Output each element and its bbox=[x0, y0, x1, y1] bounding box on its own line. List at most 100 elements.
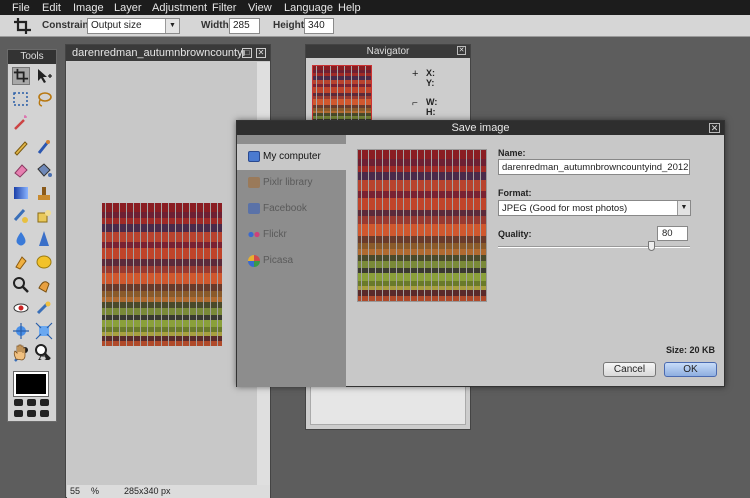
facebook-icon bbox=[248, 203, 260, 214]
name-label: Name: bbox=[498, 148, 526, 158]
image-band bbox=[358, 235, 486, 243]
maximize-icon[interactable]: □ bbox=[242, 48, 252, 58]
tools-title: Tools bbox=[8, 50, 56, 64]
format-value: JPEG (Good for most photos) bbox=[502, 203, 628, 214]
image-band bbox=[358, 191, 486, 198]
quality-input[interactable]: 80 bbox=[657, 226, 688, 241]
menu-filter[interactable]: Filter bbox=[212, 2, 236, 14]
hand-icon[interactable] bbox=[11, 343, 29, 361]
menu-language[interactable]: Language bbox=[284, 2, 333, 14]
width-label: Width: bbox=[201, 20, 233, 31]
save-preview-image bbox=[357, 149, 487, 302]
menu-image[interactable]: Image bbox=[73, 2, 104, 14]
h-label: H: bbox=[426, 107, 436, 117]
destination-label: Picasa bbox=[263, 255, 294, 266]
burn-icon[interactable] bbox=[35, 276, 53, 294]
constraint-select[interactable]: Output size ▼ bbox=[87, 18, 180, 34]
destination-sidebar: My computer Pixlr library Facebook Flick… bbox=[237, 135, 346, 387]
image-band bbox=[358, 216, 486, 225]
menu-view[interactable]: View bbox=[248, 2, 272, 14]
destination-pixlr-library[interactable]: Pixlr library bbox=[237, 170, 346, 196]
picasa-icon bbox=[248, 255, 260, 267]
zoom-tool-icon[interactable] bbox=[12, 276, 30, 294]
lasso-icon[interactable] bbox=[35, 90, 53, 108]
gradient-icon[interactable] bbox=[12, 184, 30, 202]
library-icon bbox=[248, 177, 260, 188]
navigator-zoom-area[interactable] bbox=[310, 385, 466, 425]
menu-bar: File Edit Image Layer Adjustment Filter … bbox=[0, 0, 750, 15]
foreground-color-swatch[interactable] bbox=[13, 371, 49, 397]
height-label: Height: bbox=[273, 20, 308, 31]
format-label: Format: bbox=[498, 188, 532, 198]
eraser-icon[interactable] bbox=[12, 161, 30, 179]
brush-icon[interactable] bbox=[35, 138, 53, 156]
menu-edit[interactable]: Edit bbox=[42, 2, 61, 14]
size-text: Size: 20 KB bbox=[666, 345, 716, 355]
image-band bbox=[102, 224, 222, 232]
image-band bbox=[358, 261, 486, 268]
close-icon[interactable]: ✕ bbox=[256, 48, 266, 58]
close-icon[interactable]: ✕ bbox=[709, 123, 720, 133]
image-band bbox=[358, 209, 486, 217]
zoom-icon[interactable] bbox=[34, 343, 52, 361]
destination-label: My computer bbox=[263, 151, 321, 162]
marquee-icon[interactable] bbox=[12, 90, 30, 108]
height-input[interactable]: 340 bbox=[304, 18, 334, 34]
pencil-icon[interactable] bbox=[12, 138, 30, 156]
image-band bbox=[358, 172, 486, 181]
color-mode-dots[interactable] bbox=[14, 399, 52, 419]
save-dialog-titlebar[interactable]: Save image ✕ bbox=[237, 121, 724, 135]
healing-icon[interactable] bbox=[12, 207, 30, 225]
menu-file[interactable]: File bbox=[12, 2, 30, 14]
red-eye-icon[interactable] bbox=[12, 299, 30, 317]
tools-panel: Tools bbox=[7, 49, 57, 422]
smudge-icon[interactable] bbox=[12, 253, 30, 271]
destination-picasa[interactable]: Picasa bbox=[237, 248, 346, 274]
quality-slider-handle[interactable] bbox=[647, 241, 655, 251]
options-bar: Constraint: Output size ▼ Width: 285 Hei… bbox=[0, 15, 750, 37]
image-band bbox=[358, 273, 486, 281]
bloat-icon[interactable] bbox=[12, 322, 30, 340]
document-titlebar[interactable]: darenredman_autumnbrowncountyi □ ✕ bbox=[66, 45, 270, 61]
chevron-down-icon: ▼ bbox=[677, 201, 690, 215]
navigator-titlebar[interactable]: Navigator ✕ bbox=[306, 45, 470, 58]
y-label: Y: bbox=[426, 78, 435, 88]
destination-my-computer[interactable]: My computer bbox=[237, 144, 346, 170]
image-band bbox=[102, 248, 222, 260]
image-band bbox=[358, 165, 486, 173]
cancel-button[interactable]: Cancel bbox=[603, 362, 656, 377]
drop-icon[interactable] bbox=[12, 230, 30, 248]
name-input[interactable]: darenredman_autumnbrowncountyind_2012 bbox=[498, 159, 690, 175]
paint-bucket-icon[interactable] bbox=[35, 161, 53, 179]
quality-slider-track[interactable] bbox=[498, 241, 690, 251]
clone-stamp-icon[interactable] bbox=[35, 184, 53, 202]
wand-icon[interactable] bbox=[12, 113, 30, 131]
destination-label: Pixlr library bbox=[263, 177, 313, 188]
sponge-icon[interactable] bbox=[35, 253, 53, 271]
menu-layer[interactable]: Layer bbox=[114, 2, 142, 14]
quality-label: Quality: bbox=[498, 229, 532, 239]
shape-icon[interactable] bbox=[35, 207, 53, 225]
image-band bbox=[102, 265, 222, 274]
width-input[interactable]: 285 bbox=[229, 18, 260, 34]
ok-button[interactable]: OK bbox=[664, 362, 717, 377]
save-image-dialog: Save image ✕ My computer Pixlr library F… bbox=[236, 120, 725, 387]
sharpen-icon[interactable] bbox=[35, 230, 53, 248]
pinch-icon[interactable] bbox=[35, 322, 53, 340]
destination-facebook[interactable]: Facebook bbox=[237, 196, 346, 222]
crop-tool-icon[interactable] bbox=[12, 67, 30, 85]
document-size: 285x340 px bbox=[124, 486, 171, 496]
crop-icon[interactable] bbox=[13, 17, 32, 35]
destination-flickr[interactable]: Flickr bbox=[237, 222, 346, 248]
close-icon[interactable]: ✕ bbox=[457, 46, 466, 55]
image-band bbox=[358, 159, 486, 166]
move-icon[interactable] bbox=[35, 67, 53, 85]
menu-help[interactable]: Help bbox=[338, 2, 361, 14]
canvas-area[interactable] bbox=[67, 62, 257, 485]
format-select[interactable]: JPEG (Good for most photos) ▼ bbox=[498, 200, 691, 216]
image-band bbox=[358, 150, 486, 160]
zoom-value[interactable]: 55 bbox=[70, 486, 80, 496]
spot-heal-icon[interactable] bbox=[35, 299, 53, 317]
menu-adjustment[interactable]: Adjustment bbox=[152, 2, 207, 14]
image-band bbox=[102, 273, 222, 285]
